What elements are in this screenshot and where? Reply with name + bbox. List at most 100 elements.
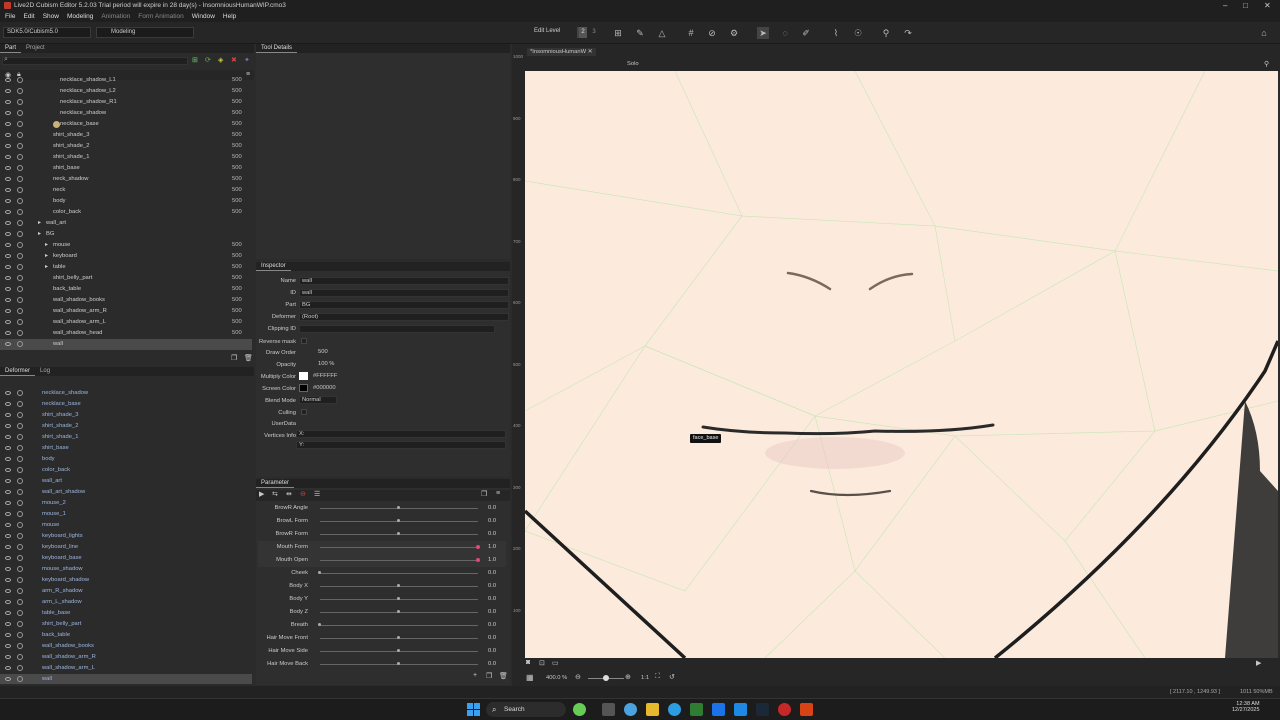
lock-icon[interactable] (17, 665, 23, 671)
viewport-pin-icon[interactable]: ⚲ (1264, 60, 1269, 68)
expand-arrow-icon[interactable]: ▸ (45, 262, 48, 273)
lock-icon[interactable] (17, 467, 23, 473)
menu-window[interactable]: Window (192, 11, 215, 22)
lock-icon[interactable] (17, 401, 23, 407)
deformer-row[interactable]: shirt_shade_1 (0, 432, 252, 443)
mesh-edit-icon[interactable]: ⊞ (612, 27, 624, 39)
menu-animation[interactable]: Animation (101, 11, 130, 22)
deformer-row[interactable]: body (0, 454, 252, 465)
lock-icon[interactable] (17, 676, 23, 682)
viewport-tab[interactable]: *InsomniousHumanW ✕ (527, 48, 596, 56)
list-icon[interactable]: ☰ (314, 490, 320, 498)
visibility-eye-icon[interactable] (5, 611, 11, 615)
lock-icon[interactable] (17, 599, 23, 605)
parameter-slider-handle[interactable] (397, 532, 400, 535)
visibility-eye-icon[interactable] (5, 457, 11, 461)
menu-show[interactable]: Show (43, 11, 59, 22)
deformer-row[interactable]: arm_R_shadow (0, 586, 252, 597)
parameter-row[interactable]: Body Y 0.0 (258, 593, 506, 606)
part-row[interactable]: shirt_shade_1 500 (0, 152, 252, 163)
deformer-row[interactable]: mouse_shadow (0, 564, 252, 575)
visibility-eye-icon[interactable] (5, 210, 11, 214)
tab-log[interactable]: Log (35, 367, 55, 376)
param-copy-icon[interactable]: ❐ (486, 672, 492, 680)
add-part-icon[interactable]: ⊞ (192, 56, 198, 64)
visibility-eye-icon[interactable] (5, 633, 11, 637)
copilot-icon[interactable] (624, 703, 637, 716)
lock-icon[interactable] (17, 588, 23, 594)
key-icon[interactable]: ⇹ (286, 490, 292, 498)
lock-icon[interactable] (17, 456, 23, 462)
lock-icon[interactable] (17, 77, 23, 83)
lock-icon[interactable] (17, 308, 23, 314)
lock-icon[interactable] (17, 143, 23, 149)
parameter-value[interactable]: 0.0 (488, 632, 496, 645)
edge-icon[interactable] (668, 703, 681, 716)
multiply-color-value[interactable]: #FFFFFF (313, 373, 337, 379)
part-search-input[interactable] (2, 57, 188, 65)
parameter-value[interactable]: 0.0 (488, 619, 496, 632)
redo-icon[interactable]: ↷ (902, 27, 914, 39)
lock-icon[interactable] (17, 231, 23, 237)
sdk-select[interactable]: SDK5.0/Cubism5.0 (3, 27, 91, 38)
visibility-eye-icon[interactable] (5, 133, 11, 137)
deformer-row[interactable]: wall_shadow_books (0, 641, 252, 652)
parameter-slider-handle[interactable] (397, 597, 400, 600)
zoom-slider-handle[interactable] (603, 675, 609, 681)
visibility-eye-icon[interactable] (5, 199, 11, 203)
playback-icon[interactable]: ▶ (1256, 659, 1261, 667)
close-button[interactable]: ✕ (1264, 0, 1271, 11)
deformer-row[interactable]: wall_shadow_arm_R (0, 652, 252, 663)
visibility-eye-icon[interactable] (5, 600, 11, 604)
parameter-row[interactable]: Mouth Form 1.0 (258, 541, 506, 554)
delete-red-icon[interactable]: ✖ (231, 56, 237, 64)
part-row[interactable]: necklace_shadow_R1 500 (0, 97, 252, 108)
lock-icon[interactable] (17, 566, 23, 572)
part-row[interactable]: body 500 (0, 196, 252, 207)
visibility-eye-icon[interactable] (5, 232, 11, 236)
visibility-eye-icon[interactable] (5, 666, 11, 670)
visibility-eye-icon[interactable] (5, 468, 11, 472)
visibility-eye-icon[interactable] (5, 578, 11, 582)
visibility-eye-icon[interactable] (5, 177, 11, 181)
part-row[interactable]: shirt_belly_part 500 (0, 273, 252, 284)
refresh-icon[interactable]: ⟳ (205, 56, 211, 64)
lock-icon[interactable] (17, 176, 23, 182)
visibility-eye-icon[interactable] (5, 424, 11, 428)
part-row[interactable]: wall_shadow_books 500 (0, 295, 252, 306)
lock-icon[interactable] (17, 654, 23, 660)
visibility-eye-icon[interactable] (5, 567, 11, 571)
part-row[interactable]: ▸ mouse 500 (0, 240, 252, 251)
solo-label[interactable]: Solo (627, 61, 639, 67)
visibility-eye-icon[interactable] (5, 243, 11, 247)
id-field[interactable]: wall (299, 289, 509, 297)
part-row[interactable]: wall_shadow_arm_L 500 (0, 317, 252, 328)
part-row[interactable]: necklace_shadow_L2 500 (0, 86, 252, 97)
blend-mode-select[interactable]: Normal (299, 396, 337, 404)
deformer-row[interactable]: arm_L_shadow (0, 597, 252, 608)
lock-icon[interactable] (17, 198, 23, 204)
deformer-row[interactable]: mouse_2 (0, 498, 252, 509)
screen-color-swatch[interactable] (299, 384, 308, 392)
lock-icon[interactable] (17, 297, 23, 303)
visibility-eye-icon[interactable] (5, 589, 11, 593)
part-row[interactable]: neck_shadow 500 (0, 174, 252, 185)
lock-icon[interactable] (17, 610, 23, 616)
deformer-row[interactable]: back_table (0, 630, 252, 641)
deformer-select[interactable]: (Root) (299, 313, 509, 321)
lock-icon[interactable] (17, 99, 23, 105)
parameter-row[interactable]: Body Z 0.0 (258, 606, 506, 619)
visibility-eye-icon[interactable] (5, 276, 11, 280)
part-row[interactable]: color_back 500 (0, 207, 252, 218)
lock-icon[interactable] (17, 187, 23, 193)
lock-icon[interactable] (17, 286, 23, 292)
store-icon[interactable] (734, 703, 747, 716)
fit-icon[interactable]: ⛶ (655, 673, 660, 681)
part-row[interactable]: wall (0, 339, 252, 350)
visibility-eye-icon[interactable] (5, 655, 11, 659)
part-row[interactable]: wall_shadow_arm_R 500 (0, 306, 252, 317)
culling-checkbox[interactable] (301, 409, 307, 415)
live2d-taskbar-icon[interactable] (800, 703, 813, 716)
part-row[interactable]: ▸ wall_art (0, 218, 252, 229)
menu-help[interactable]: Help (223, 11, 236, 22)
